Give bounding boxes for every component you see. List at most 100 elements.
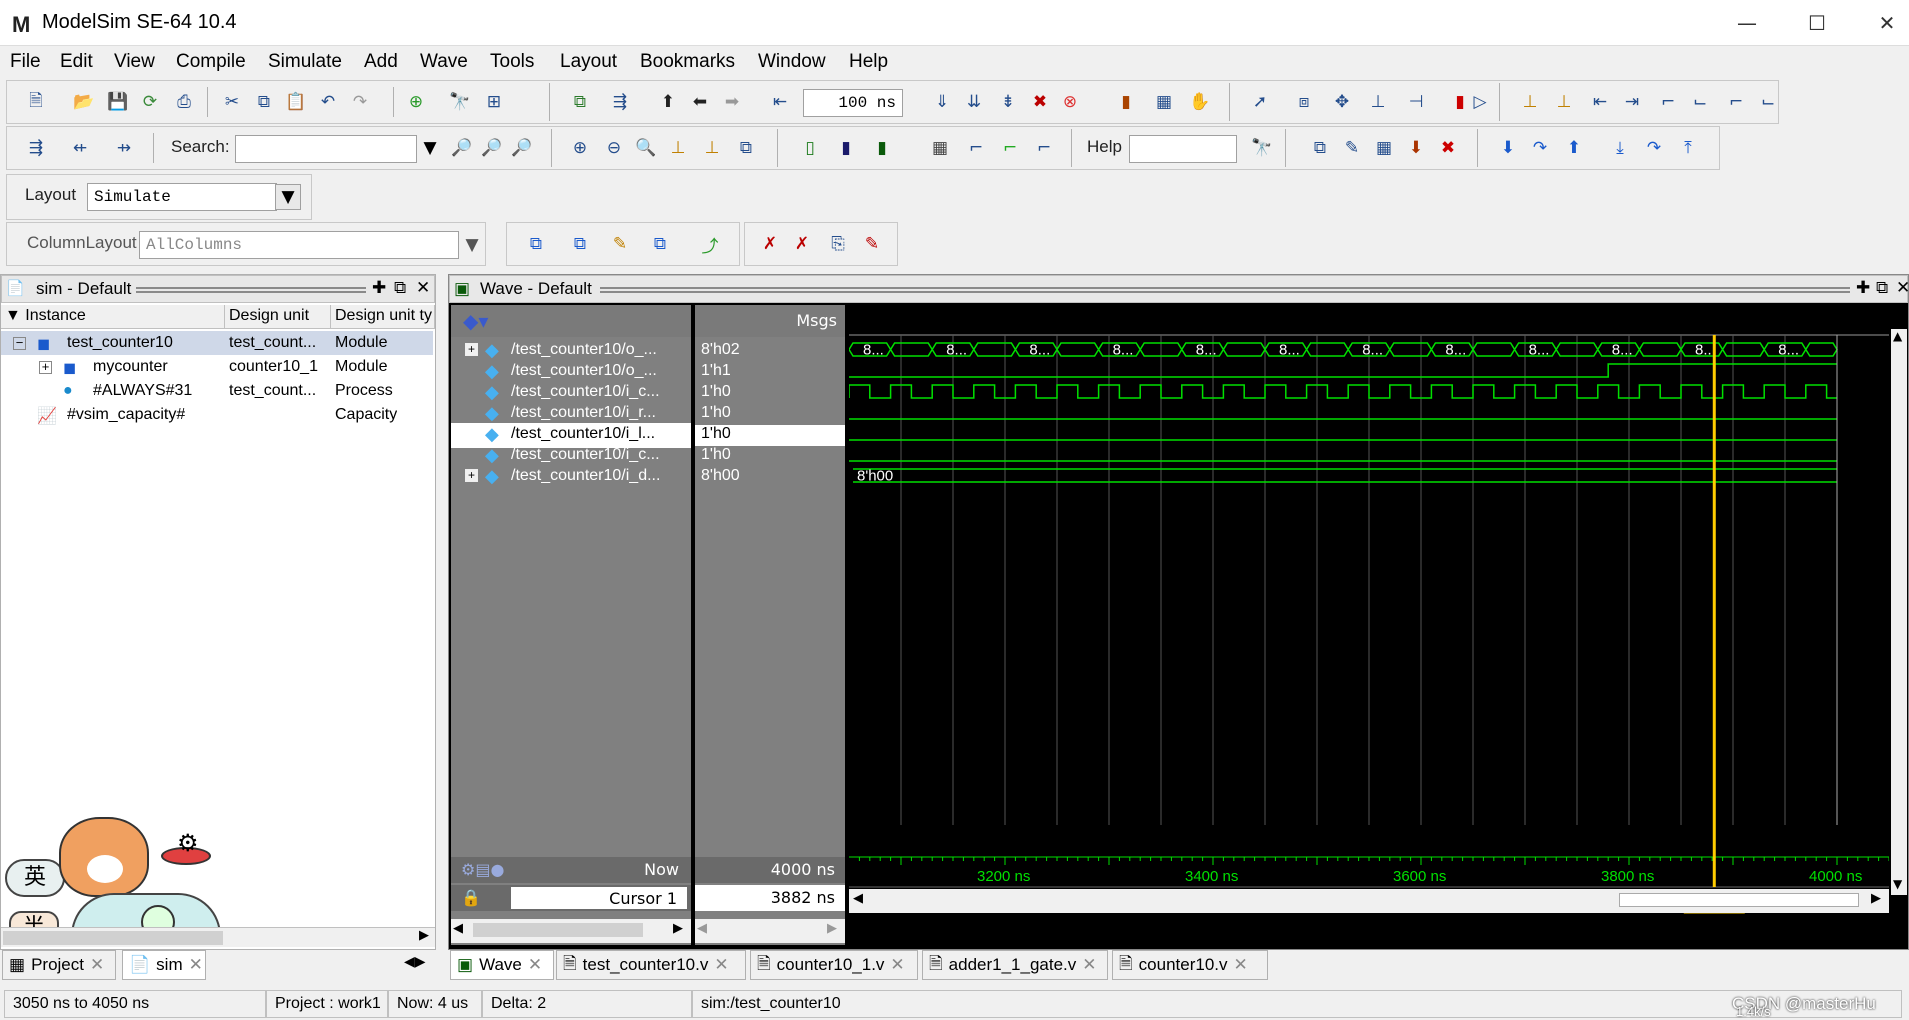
insert-cursor-icon[interactable]: ⊥ <box>1517 89 1543 115</box>
new-file-icon[interactable]: 🗎 <box>23 89 49 115</box>
stop-icon[interactable]: ⊗ <box>1057 89 1083 115</box>
tab-wave[interactable]: ▣ Wave ✕ <box>450 950 554 980</box>
reload-icon[interactable]: ⟳ <box>137 89 163 115</box>
menu-edit[interactable]: Edit <box>60 51 93 73</box>
tab-source[interactable]: 🗎 adder1_1_gate.v ✕ <box>922 950 1108 980</box>
pane-close-icon[interactable]: ✕ <box>416 278 430 298</box>
menu-help[interactable]: Help <box>849 51 888 73</box>
save-icon[interactable]: 💾 <box>105 89 131 115</box>
open-folder-icon[interactable]: 📂 <box>71 89 97 115</box>
search-input[interactable] <box>235 135 417 163</box>
menu-add[interactable]: Add <box>364 51 398 73</box>
column-layout-select[interactable]: AllColumns <box>139 231 459 259</box>
wave-format-4-icon[interactable]: ▦ <box>927 135 953 161</box>
cut-icon[interactable]: ✂ <box>219 89 245 115</box>
step-out-icon[interactable]: ⇸ <box>111 135 137 161</box>
menu-window[interactable]: Window <box>758 51 826 73</box>
step-over-icon[interactable]: ⇶ <box>23 135 49 161</box>
close-button[interactable]: ✕ <box>1852 0 1909 46</box>
paste-icon[interactable]: 📋 <box>283 89 309 115</box>
menu-wave[interactable]: Wave <box>420 51 468 73</box>
col-design-unit-type[interactable]: Design unit ty <box>331 305 435 329</box>
waveform-canvas[interactable]: 8... 8... 8... 8... 8... 8... 8... 8... 8... 8...… <box>849 305 1889 917</box>
delete-wave-icon[interactable]: ✗ <box>757 231 783 257</box>
compile-all-icon[interactable]: ⇶ <box>607 89 633 115</box>
memory-list-icon[interactable]: ⧉ <box>1307 135 1333 161</box>
hand-icon[interactable]: ✋ <box>1187 89 1213 115</box>
wave-properties-icon[interactable]: ⎘ <box>825 231 851 257</box>
tab-close-icon[interactable]: ✕ <box>528 955 542 975</box>
wave-vscrollbar[interactable]: ▲ ▼ <box>1891 329 1907 895</box>
run-length-input[interactable]: 100 ns <box>803 89 903 117</box>
undo-icon[interactable]: ↶ <box>315 89 341 115</box>
pane-close-icon[interactable]: ✕ <box>1896 278 1909 298</box>
find-options-icon[interactable]: 🔎 <box>509 135 535 161</box>
continue-icon[interactable]: ⇊ <box>961 89 987 115</box>
layout-dropdown-icon[interactable]: ▼ <box>275 184 301 210</box>
any-edge-icon[interactable]: ⌐ <box>1723 89 1749 115</box>
step-down-2-icon[interactable]: ⤓ <box>1607 135 1633 161</box>
wave-hscrollbar[interactable]: ◀ ▶ <box>849 889 1889 913</box>
signal-row[interactable]: + ◆ /test_counter10/i_d... <box>451 465 691 490</box>
pane-dock-icon[interactable]: ✚ <box>372 278 386 298</box>
signal-hscrollbar[interactable]: ◀ ▶ <box>451 919 691 943</box>
step-into-icon[interactable]: ⇷ <box>67 135 93 161</box>
last-edge-icon[interactable]: ⌙ <box>1755 89 1781 115</box>
print-icon[interactable]: ⎙ <box>171 89 197 115</box>
compile-icon[interactable]: ⧉ <box>567 89 593 115</box>
value-hscrollbar[interactable]: ◀ ▶ <box>695 919 845 943</box>
zoom-in-icon[interactable]: ⊕ <box>567 135 593 161</box>
run-all-icon[interactable]: ⇟ <box>995 89 1021 115</box>
minimize-button[interactable]: — <box>1712 0 1782 46</box>
help-input[interactable] <box>1129 135 1237 163</box>
col-instance[interactable]: ▼ Instance <box>1 305 225 329</box>
add-group-icon[interactable]: ⧉ <box>567 231 593 257</box>
memory-view-icon[interactable]: ▦ <box>1371 135 1397 161</box>
wave-format-3-icon[interactable]: ▮ <box>869 135 895 161</box>
tab-close-icon[interactable]: ✕ <box>1234 955 1248 975</box>
instance-row[interactable]: ● #ALWAYS#31 test_count... Process <box>1 379 433 403</box>
delete-all-icon[interactable]: ✗ <box>789 231 815 257</box>
instance-row[interactable]: − ◼ test_counter10 test_count... Module <box>1 331 433 355</box>
step-mode-icon[interactable]: ▷ <box>1467 89 1493 115</box>
pan-mode-icon[interactable]: ✥ <box>1329 89 1355 115</box>
break-icon[interactable]: ✖ <box>1027 89 1053 115</box>
step-over-blue-icon[interactable]: ↷ <box>1527 135 1553 161</box>
forward-icon[interactable]: ➡ <box>719 89 745 115</box>
memory-clear-icon[interactable]: ✖ <box>1435 135 1461 161</box>
step-over-2-icon[interactable]: ↷ <box>1641 135 1667 161</box>
find-next-icon[interactable]: 🔎 <box>479 135 505 161</box>
menu-file[interactable]: File <box>10 51 41 73</box>
wave-format-6-icon[interactable]: ⌐ <box>997 135 1023 161</box>
find-icon[interactable]: 🔭 <box>447 89 473 115</box>
zoom-cursor-icon[interactable]: ⊥ <box>665 135 691 161</box>
menu-simulate[interactable]: Simulate <box>268 51 342 73</box>
memory-icon[interactable]: ▦ <box>1151 89 1177 115</box>
tab-sim[interactable]: 📄 sim ✕ <box>122 950 206 980</box>
zoom-between-icon[interactable]: ⊥ <box>699 135 725 161</box>
wave-remove-icon[interactable]: ✎ <box>859 231 885 257</box>
zoom-full-icon[interactable]: 🔍 <box>633 135 659 161</box>
wave-format-5-icon[interactable]: ⌐ <box>963 135 989 161</box>
ime-language-badge[interactable]: 英 <box>5 859 65 897</box>
memory-edit-icon[interactable]: ✎ <box>1339 135 1365 161</box>
instance-row[interactable]: + ◼ mycounter counter10_1 Module <box>1 355 433 379</box>
tab-source[interactable]: 🗎 test_counter10.v ✕ <box>556 950 746 980</box>
tab-close-icon[interactable]: ✕ <box>189 955 203 975</box>
expand-icon[interactable]: + <box>465 343 478 356</box>
delete-cursor-icon[interactable]: ⊥ <box>1551 89 1577 115</box>
column-layout-dropdown-icon[interactable]: ▼ <box>459 232 485 258</box>
menu-view[interactable]: View <box>114 51 155 73</box>
step-up-icon[interactable]: ⬆ <box>655 89 681 115</box>
prev-edge-icon[interactable]: ⇤ <box>1587 89 1613 115</box>
wave-format-2-icon[interactable]: ▮ <box>833 135 859 161</box>
wave-format-1-icon[interactable]: ▯ <box>797 135 823 161</box>
memory-load-icon[interactable]: ⬇ <box>1403 135 1429 161</box>
menu-layout[interactable]: Layout <box>560 51 617 73</box>
scroll-right-icon[interactable]: ▶ <box>419 928 429 943</box>
pane-undock-icon[interactable]: ⧉ <box>394 278 406 298</box>
add-divider-icon[interactable]: ⧉ <box>647 231 673 257</box>
menu-bookmarks[interactable]: Bookmarks <box>640 51 735 73</box>
export-wave-icon[interactable]: ⤴ <box>697 231 723 257</box>
menu-tools[interactable]: Tools <box>490 51 534 73</box>
